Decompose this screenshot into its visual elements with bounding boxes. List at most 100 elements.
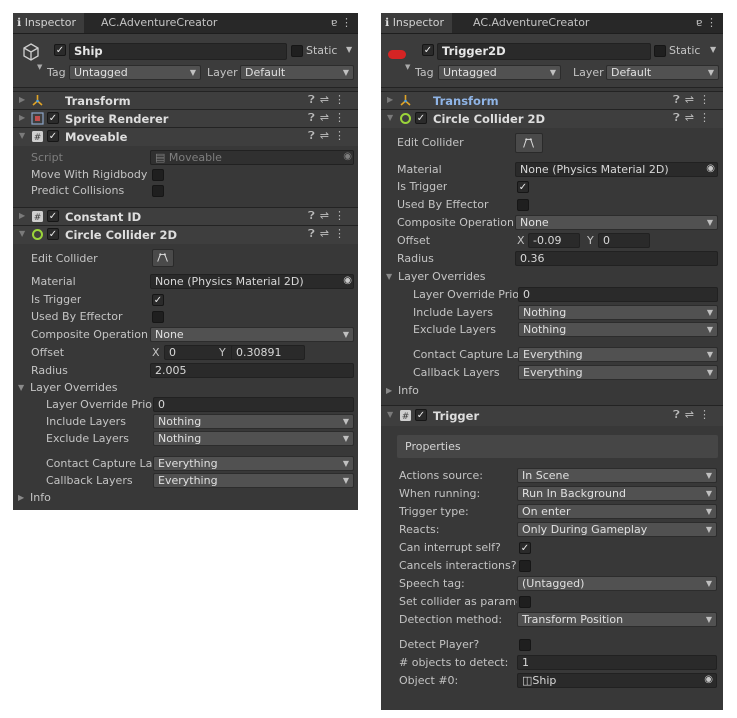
icon-dropdown-arrow-icon[interactable]: ▼ xyxy=(37,63,42,71)
predict-collisions-checkbox[interactable] xyxy=(152,185,164,197)
info-foldout[interactable]: ▶ Info xyxy=(381,383,723,400)
preset-icon[interactable]: ⇌ xyxy=(320,209,334,222)
is-trigger-checkbox[interactable]: ✓ xyxy=(517,181,529,193)
object-0-field[interactable]: ◫Ship xyxy=(517,673,717,688)
layer-overrides-foldout[interactable]: ▼ Layer Overrides xyxy=(13,380,358,397)
trigger-type-dropdown[interactable]: On enter ▼ xyxy=(517,504,717,519)
object-picker-icon[interactable]: ◉ xyxy=(704,674,713,685)
kebab-menu-icon[interactable]: ⋮ xyxy=(341,16,352,29)
kebab-menu-icon[interactable]: ⋮ xyxy=(699,111,715,124)
exclude-layers-dropdown[interactable]: Nothing ▼ xyxy=(518,322,718,337)
component-circle-collider-2d[interactable]: ▼ ✓ Circle Collider 2D ❓︎⇌⋮ xyxy=(13,225,358,244)
tab-adventure-creator[interactable]: AC.AdventureCreator xyxy=(101,13,217,33)
preset-icon[interactable]: ⇌ xyxy=(320,93,334,106)
foldout-arrow-icon[interactable]: ▶ xyxy=(19,95,25,104)
edit-collider-button[interactable] xyxy=(152,249,174,267)
tab-inspector[interactable]: ℹ︎ Inspector xyxy=(381,13,452,33)
objects-to-detect-field[interactable]: 1 xyxy=(517,655,717,670)
foldout-arrow-icon[interactable]: ▼ xyxy=(387,410,393,419)
help-icon[interactable]: ❓︎ xyxy=(673,93,685,106)
offset-y-field[interactable]: 0.30891 xyxy=(231,345,305,360)
active-checkbox[interactable]: ✓ xyxy=(422,44,434,56)
radius-field[interactable]: 2.005 xyxy=(150,363,354,378)
circle-collider-enabled-checkbox[interactable]: ✓ xyxy=(47,228,59,240)
foldout-arrow-icon[interactable]: ▼ xyxy=(19,229,25,238)
used-by-effector-checkbox[interactable] xyxy=(517,199,529,211)
when-running-dropdown[interactable]: Run In Background ▼ xyxy=(517,486,717,501)
composite-operation-dropdown[interactable]: None ▼ xyxy=(150,327,354,342)
material-field[interactable]: None (Physics Material 2D) xyxy=(515,162,718,177)
constant-id-enabled-checkbox[interactable]: ✓ xyxy=(47,210,59,222)
moveable-enabled-checkbox[interactable]: ✓ xyxy=(47,130,59,142)
contact-capture-dropdown[interactable]: Everything ▼ xyxy=(153,456,354,471)
icon-dropdown-arrow-icon[interactable]: ▼ xyxy=(405,63,410,71)
foldout-arrow-icon[interactable]: ▼ xyxy=(387,113,393,122)
circle-collider-enabled-checkbox[interactable]: ✓ xyxy=(415,112,427,124)
include-layers-dropdown[interactable]: Nothing ▼ xyxy=(518,305,718,320)
kebab-menu-icon[interactable]: ⋮ xyxy=(699,408,715,421)
active-checkbox[interactable]: ✓ xyxy=(54,44,66,56)
component-transform[interactable]: ▶ Transform ❓︎⇌⋮ xyxy=(381,91,723,110)
foldout-arrow-icon[interactable]: ▶ xyxy=(386,386,392,395)
preset-icon[interactable]: ⇌ xyxy=(320,129,334,142)
callback-layers-dropdown[interactable]: Everything ▼ xyxy=(153,473,354,488)
can-interrupt-checkbox[interactable]: ✓ xyxy=(519,542,531,554)
help-icon[interactable]: ❓︎ xyxy=(308,209,320,222)
include-layers-dropdown[interactable]: Nothing ▼ xyxy=(153,414,354,429)
cancels-interactions-checkbox[interactable] xyxy=(519,560,531,572)
kebab-menu-icon[interactable]: ⋮ xyxy=(334,227,350,240)
kebab-menu-icon[interactable]: ⋮ xyxy=(334,209,350,222)
preset-icon[interactable]: ⇌ xyxy=(320,111,334,124)
kebab-menu-icon[interactable]: ⋮ xyxy=(706,16,717,29)
edit-collider-button[interactable] xyxy=(515,133,543,153)
tab-inspector[interactable]: ℹ︎ Inspector xyxy=(13,13,84,33)
help-icon[interactable]: ❓︎ xyxy=(308,93,320,106)
lock-icon[interactable]: ɐ xyxy=(696,16,703,29)
speech-tag-dropdown[interactable]: (Untagged) ▼ xyxy=(517,576,717,591)
kebab-menu-icon[interactable]: ⋮ xyxy=(334,111,350,124)
foldout-arrow-icon[interactable]: ▶ xyxy=(19,211,25,220)
is-trigger-checkbox[interactable]: ✓ xyxy=(152,294,164,306)
help-icon[interactable]: ❓︎ xyxy=(673,408,685,421)
foldout-arrow-icon[interactable]: ▼ xyxy=(386,272,392,281)
static-checkbox[interactable] xyxy=(654,45,666,57)
sprite-renderer-enabled-checkbox[interactable]: ✓ xyxy=(47,112,59,124)
radius-field[interactable]: 0.36 xyxy=(515,251,718,266)
layer-override-priority-field[interactable]: 0 xyxy=(518,287,718,302)
tag-dropdown[interactable]: Untagged ▼ xyxy=(438,65,561,80)
component-trigger[interactable]: ▼ # ✓ Trigger ❓︎⇌⋮ xyxy=(381,405,723,426)
object-picker-icon[interactable]: ◉ xyxy=(343,275,352,286)
lock-icon[interactable]: ɐ xyxy=(331,16,338,29)
tab-adventure-creator[interactable]: AC.AdventureCreator xyxy=(473,13,589,33)
preset-icon[interactable]: ⇌ xyxy=(685,111,699,124)
preset-icon[interactable]: ⇌ xyxy=(685,93,699,106)
kebab-menu-icon[interactable]: ⋮ xyxy=(334,93,350,106)
gameobject-name-field[interactable]: Trigger2D xyxy=(437,43,651,60)
help-icon[interactable]: ❓︎ xyxy=(673,111,685,124)
component-circle-collider-2d[interactable]: ▼ ✓ Circle Collider 2D ❓︎⇌⋮ xyxy=(381,109,723,128)
preset-icon[interactable]: ⇌ xyxy=(320,227,334,240)
static-dropdown-arrow-icon[interactable]: ▼ xyxy=(710,45,716,54)
component-transform[interactable]: ▶ Transform ❓︎⇌⋮ xyxy=(13,91,358,110)
kebab-menu-icon[interactable]: ⋮ xyxy=(334,129,350,142)
offset-x-field[interactable]: -0.09 xyxy=(528,233,580,248)
component-moveable[interactable]: ▼ # ✓ Moveable ❓︎⇌⋮ xyxy=(13,127,358,146)
material-field[interactable]: None (Physics Material 2D) xyxy=(150,274,354,289)
help-icon[interactable]: ❓︎ xyxy=(308,111,320,124)
foldout-arrow-icon[interactable]: ▶ xyxy=(18,493,24,502)
foldout-arrow-icon[interactable]: ▶ xyxy=(387,95,393,104)
reacts-dropdown[interactable]: Only During Gameplay ▼ xyxy=(517,522,717,537)
set-collider-checkbox[interactable] xyxy=(519,596,531,608)
info-foldout[interactable]: ▶ Info xyxy=(13,490,358,507)
composite-operation-dropdown[interactable]: None ▼ xyxy=(515,215,718,230)
static-checkbox[interactable] xyxy=(291,45,303,57)
foldout-arrow-icon[interactable]: ▼ xyxy=(19,131,25,140)
help-icon[interactable]: ❓︎ xyxy=(308,227,320,240)
component-constant-id[interactable]: ▶ # ✓ Constant ID ❓︎⇌⋮ xyxy=(13,207,358,226)
foldout-arrow-icon[interactable]: ▶ xyxy=(19,113,25,122)
offset-y-field[interactable]: 0 xyxy=(598,233,650,248)
object-picker-icon[interactable]: ◉ xyxy=(706,163,715,174)
trigger-enabled-checkbox[interactable]: ✓ xyxy=(415,409,427,421)
used-by-effector-checkbox[interactable] xyxy=(152,311,164,323)
layer-override-priority-field[interactable]: 0 xyxy=(153,397,354,412)
